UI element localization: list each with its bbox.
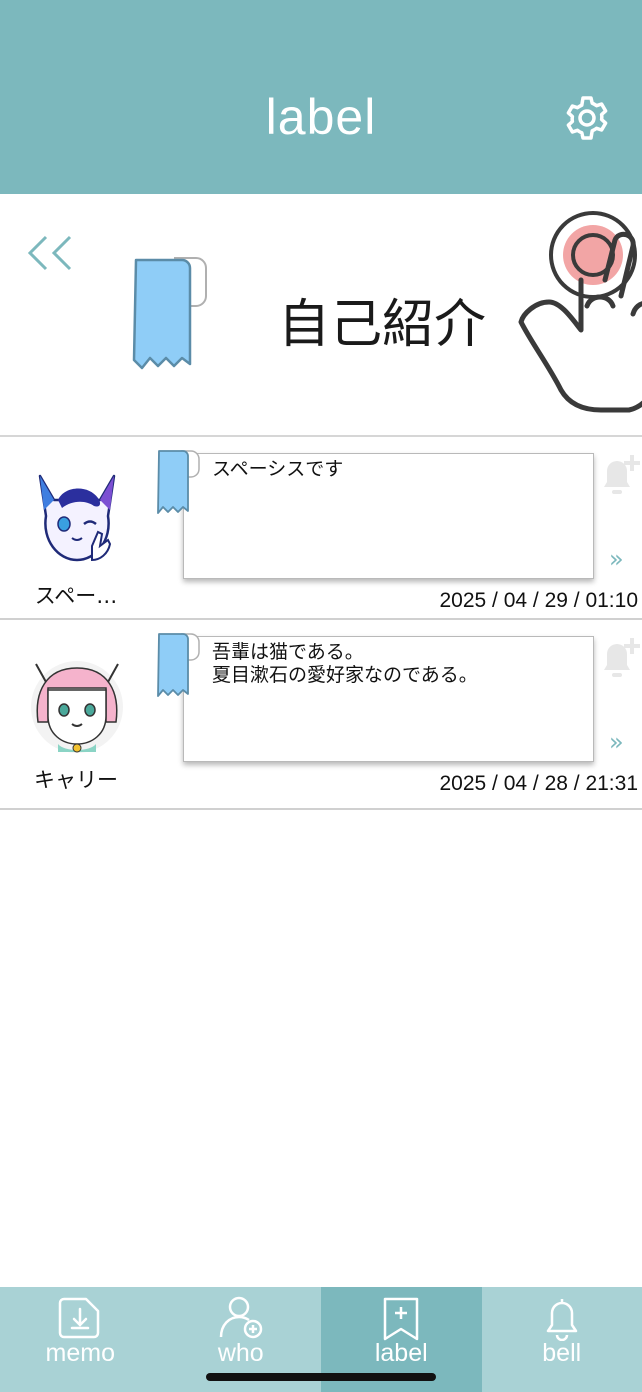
memo-card[interactable]: スペーシスです bbox=[183, 453, 594, 579]
memo-timestamp: 2025 / 04 / 28 / 21:31 bbox=[439, 772, 639, 795]
tab-label: memo bbox=[45, 1339, 115, 1367]
avatar[interactable] bbox=[30, 472, 124, 566]
memo-text: 吾輩は猫である。 夏目漱石の愛好家なのである。 bbox=[212, 641, 478, 686]
user-name: キャリー bbox=[34, 768, 118, 792]
tab-memo[interactable]: memo bbox=[0, 1287, 161, 1392]
chevron-double-left-icon[interactable] bbox=[26, 235, 76, 271]
memo-text: スペーシスです bbox=[212, 458, 344, 480]
page-title: label bbox=[265, 89, 377, 145]
label-tag-icon bbox=[132, 257, 207, 370]
tap-hand-icon[interactable] bbox=[515, 210, 642, 418]
tab-bell[interactable]: bell bbox=[482, 1287, 642, 1392]
gear-icon[interactable] bbox=[563, 94, 611, 142]
bell-add-icon[interactable] bbox=[598, 636, 642, 682]
label-tag-icon bbox=[157, 450, 200, 514]
user-add-icon bbox=[219, 1296, 262, 1339]
tab-label: label bbox=[374, 1339, 428, 1367]
label-name: 自己紹介 bbox=[278, 295, 487, 355]
tab-label: bell bbox=[542, 1339, 582, 1367]
bell-icon bbox=[546, 1299, 577, 1341]
user-name: スペー… bbox=[34, 584, 118, 608]
tab-label: who bbox=[217, 1339, 264, 1367]
more-button[interactable]: » bbox=[609, 728, 624, 756]
app-header: label bbox=[0, 0, 642, 194]
more-button[interactable]: » bbox=[609, 545, 624, 573]
bell-add-icon[interactable] bbox=[598, 453, 642, 499]
memo-card[interactable]: 吾輩は猫である。 夏目漱石の愛好家なのである。 bbox=[183, 636, 594, 762]
avatar[interactable] bbox=[30, 660, 124, 754]
label-add-icon bbox=[384, 1297, 419, 1341]
memo-timestamp: 2025 / 04 / 29 / 01:10 bbox=[439, 589, 639, 612]
home-indicator bbox=[206, 1373, 436, 1381]
label-tag-icon bbox=[157, 633, 200, 697]
memo-download-icon bbox=[59, 1297, 100, 1339]
